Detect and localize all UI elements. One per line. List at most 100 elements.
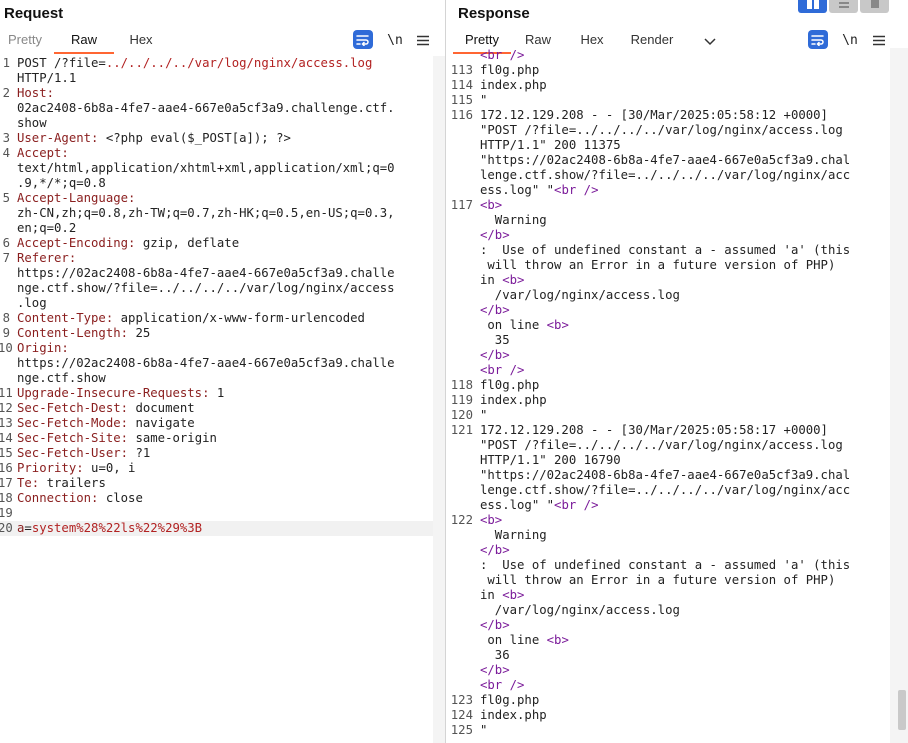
code-line: 119 index.php bbox=[447, 393, 890, 408]
line-number bbox=[0, 221, 10, 236]
code-token: Accept: bbox=[17, 146, 69, 160]
line-content: fl0g.php bbox=[480, 378, 890, 393]
code-token: </b> bbox=[480, 303, 510, 317]
response-wrap-lines-button[interactable] bbox=[808, 30, 828, 49]
code-token: HTTP/1.1 bbox=[17, 71, 77, 85]
line-number bbox=[447, 633, 473, 648]
code-line: <br /> bbox=[447, 678, 890, 693]
code-token: HTTP/1.1" 200 11375 bbox=[480, 138, 621, 152]
code-token: 1 bbox=[209, 386, 225, 400]
code-token: close bbox=[98, 491, 143, 505]
layout-split-vertical-button[interactable] bbox=[829, 0, 858, 13]
code-token: https://02ac2408-6b8a-4fe7-aae4-667e0a5c… bbox=[17, 266, 395, 280]
line-number: 11 bbox=[0, 386, 13, 400]
code-line: 5 Accept-Language: bbox=[0, 191, 433, 206]
code-token: fl0g.php bbox=[480, 63, 540, 77]
line-content: <br /> bbox=[480, 678, 890, 693]
code-line: 4 Accept: bbox=[0, 146, 433, 161]
line-content: lenge.ctf.show/?file=../../../../var/log… bbox=[480, 483, 890, 498]
response-scrollbar[interactable] bbox=[890, 48, 908, 743]
code-line: 13 Sec-Fetch-Mode: navigate bbox=[0, 416, 433, 431]
line-content: "https://02ac2408-6b8a-4fe7-aae4-667e0a5… bbox=[480, 468, 890, 483]
code-line: </b> bbox=[447, 228, 890, 243]
code-line: 123 fl0g.php bbox=[447, 693, 890, 708]
code-line: 7 Referer: bbox=[0, 251, 433, 266]
code-token: POST /?file= bbox=[17, 56, 106, 70]
chevron-down-icon[interactable] bbox=[703, 34, 717, 48]
line-content: Accept: bbox=[17, 146, 433, 161]
code-line: nge.ctf.show/?file=../../../../var/log/n… bbox=[0, 281, 433, 296]
line-number bbox=[447, 258, 473, 273]
wrap-lines-button[interactable] bbox=[353, 30, 373, 49]
code-token: Sec-Fetch-Dest: bbox=[17, 401, 129, 415]
code-token: "https://02ac2408-6b8a-4fe7-aae4-667e0a5… bbox=[480, 153, 851, 167]
line-number: 6 bbox=[2, 236, 10, 250]
response-menu-button[interactable] bbox=[871, 30, 887, 50]
code-line: <br /> bbox=[447, 48, 890, 63]
line-content: "https://02ac2408-6b8a-4fe7-aae4-667e0a5… bbox=[480, 153, 890, 168]
code-line: "https://02ac2408-6b8a-4fe7-aae4-667e0a5… bbox=[447, 468, 890, 483]
code-token: 25 bbox=[128, 326, 151, 340]
code-line: ess.log" "<br /> bbox=[447, 498, 890, 513]
code-token: "POST /?file=../../../../var/log/nginx/a… bbox=[480, 123, 843, 137]
request-menu-button[interactable] bbox=[415, 30, 431, 50]
code-token: Sec-Fetch-User: bbox=[17, 446, 129, 460]
line-number bbox=[0, 101, 10, 116]
line-content: <b> bbox=[480, 198, 890, 213]
code-line: 10 Origin: bbox=[0, 341, 433, 356]
code-line: on line <b> bbox=[447, 633, 890, 648]
line-number: 13 bbox=[0, 416, 13, 430]
code-line: 11 Upgrade-Insecure-Requests: 1 bbox=[0, 386, 433, 401]
code-token: Connection: bbox=[17, 491, 99, 505]
line-number: 124 bbox=[450, 708, 473, 722]
code-token: <br /> bbox=[554, 183, 599, 197]
request-editor[interactable]: 1 POST /?file=../../../../var/log/nginx/a… bbox=[0, 56, 433, 743]
request-tab-pretty[interactable]: Pretty bbox=[0, 30, 54, 54]
code-token: HTTP/1.1" 200 16790 bbox=[480, 453, 621, 467]
response-show-newlines-button[interactable]: \n bbox=[840, 30, 860, 50]
line-number: 3 bbox=[2, 131, 10, 145]
line-content: text/html,application/xhtml+xml,applicat… bbox=[17, 161, 433, 176]
line-content: .log bbox=[17, 296, 433, 311]
show-newlines-button[interactable]: \n bbox=[385, 30, 405, 50]
line-number bbox=[447, 543, 473, 558]
single-pane-icon bbox=[870, 0, 879, 8]
line-number: 12 bbox=[0, 401, 13, 415]
line-content: Warning bbox=[480, 213, 890, 228]
request-tab-hex[interactable]: Hex bbox=[114, 30, 168, 54]
code-line: 16 Priority: u=0, i bbox=[0, 461, 433, 476]
line-number: 117 bbox=[450, 198, 473, 212]
code-token: Upgrade-Insecure-Requests: bbox=[17, 386, 210, 400]
line-content: Accept-Encoding: gzip, deflate bbox=[17, 236, 433, 251]
line-content: ess.log" "<br /> bbox=[480, 183, 890, 198]
code-line: 17 Te: trailers bbox=[0, 476, 433, 491]
request-tab-raw[interactable]: Raw bbox=[54, 30, 114, 54]
code-token: /var/log/nginx/access.log bbox=[480, 603, 680, 617]
code-line: HTTP/1.1" 200 16790 bbox=[447, 453, 890, 468]
layout-split-horizontal-button[interactable] bbox=[798, 0, 827, 13]
code-line: </b> bbox=[447, 303, 890, 318]
line-number bbox=[447, 678, 473, 693]
layout-tabbed-button[interactable] bbox=[860, 0, 889, 13]
response-scroll-thumb[interactable] bbox=[898, 690, 906, 730]
line-content: </b> bbox=[480, 663, 890, 678]
response-editor[interactable]: <br /> 113 fl0g.php 114 index.php 115 " 116 172.… bbox=[447, 48, 890, 743]
code-token: ess.log" " bbox=[480, 183, 555, 197]
line-number bbox=[0, 176, 10, 191]
code-line: 15 Sec-Fetch-User: ?1 bbox=[0, 446, 433, 461]
line-number: 15 bbox=[0, 446, 13, 460]
line-number bbox=[0, 206, 10, 221]
code-token: fl0g.php bbox=[480, 378, 540, 392]
line-content: will throw an Error in a future version … bbox=[480, 258, 890, 273]
hamburger-icon bbox=[873, 35, 885, 45]
line-number: 121 bbox=[450, 423, 473, 437]
line-number: 18 bbox=[0, 491, 13, 505]
line-number bbox=[447, 183, 473, 198]
line-content: Origin: bbox=[17, 341, 433, 356]
code-token: zh-CN,zh;q=0.8,zh-TW;q=0.7,zh-HK;q=0.5,e… bbox=[17, 206, 395, 220]
request-scrollbar[interactable] bbox=[433, 56, 445, 743]
code-token: document bbox=[128, 401, 195, 415]
code-line: : Use of undefined constant a - assumed … bbox=[447, 558, 890, 573]
line-number: 122 bbox=[450, 513, 473, 527]
code-line: "POST /?file=../../../../var/log/nginx/a… bbox=[447, 123, 890, 138]
